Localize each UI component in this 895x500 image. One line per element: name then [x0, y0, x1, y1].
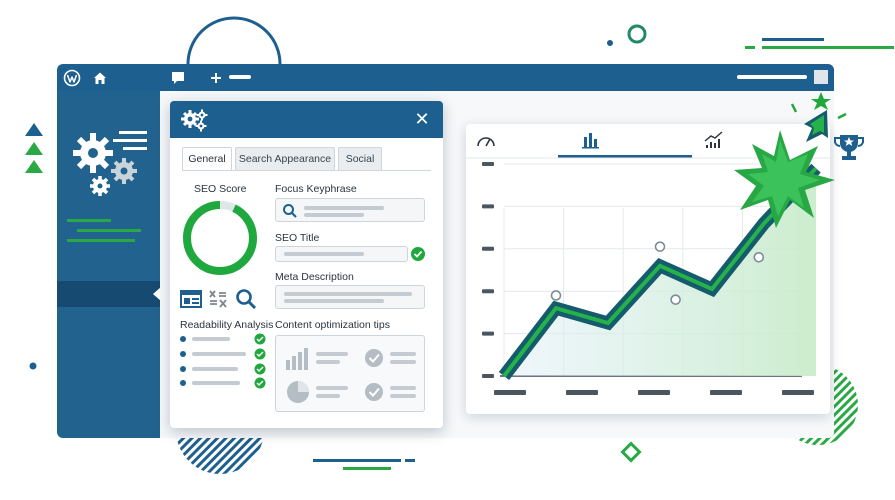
search-icon — [236, 289, 257, 310]
seo-score-arc — [183, 201, 257, 275]
placeholder-bar — [284, 299, 384, 303]
seo-score-label: SEO Score — [194, 183, 247, 195]
data-point — [550, 290, 562, 301]
growth-burst-overlay — [734, 92, 864, 228]
y-tick-mark — [482, 289, 494, 294]
home-icon[interactable] — [91, 69, 109, 87]
search-icon — [283, 204, 297, 218]
x-ticks — [494, 390, 814, 395]
bar-chart-icon[interactable] — [582, 133, 599, 149]
gauge-icon[interactable] — [477, 137, 495, 147]
wordpress-logo-icon[interactable] — [63, 69, 81, 87]
y-tick-mark — [482, 331, 494, 336]
decorative-ring — [627, 24, 647, 44]
seo-score-ring — [183, 201, 257, 275]
add-new-icon[interactable] — [207, 69, 225, 87]
data-point — [670, 294, 681, 305]
placeholder-bar — [284, 252, 364, 256]
y-tick-mark — [482, 204, 494, 209]
y-tick-mark — [482, 374, 494, 378]
focus-keyphrase-input[interactable] — [275, 198, 425, 222]
toolbar-bar — [229, 75, 251, 79]
decorative-dot — [29, 362, 37, 370]
decorative-arc — [186, 16, 282, 65]
check-circle-icon — [365, 349, 383, 401]
decorative-line — [313, 459, 401, 462]
pie-chart-icon — [287, 381, 309, 403]
placeholder-bar — [284, 292, 412, 296]
decorative-dot — [607, 40, 613, 46]
sparkle-line — [790, 103, 798, 113]
star-icon — [811, 92, 831, 110]
x-tick-mark — [494, 390, 526, 395]
x-tick-mark — [710, 390, 742, 395]
seo-panel: ✕ General Search Appearance Social SEO S… — [170, 101, 443, 428]
trophy-icon — [834, 135, 864, 160]
meta-description-input[interactable] — [275, 285, 425, 309]
content-tips-label: Content optimization tips — [275, 319, 390, 331]
content-tips-box — [275, 335, 425, 412]
top-admin-bar — [57, 64, 834, 91]
x-tick-mark — [566, 390, 598, 395]
x-tick-mark — [782, 390, 814, 395]
user-avatar-icon[interactable] — [814, 70, 828, 84]
placeholder-bar — [304, 213, 364, 217]
y-ticks — [482, 162, 494, 378]
toolbar-bar — [737, 75, 807, 79]
close-icon[interactable]: ✕ — [413, 110, 431, 128]
check-icon — [411, 247, 425, 261]
y-tick-mark — [482, 162, 494, 166]
document-icon — [180, 290, 202, 308]
admin-sidebar — [57, 91, 161, 438]
gears-icon — [73, 131, 147, 196]
comment-icon[interactable] — [169, 69, 187, 87]
decorative-triangle — [25, 160, 43, 173]
decorative-line — [405, 459, 415, 462]
analysis-tools-row — [180, 289, 257, 310]
tab-social[interactable]: Social — [338, 147, 382, 171]
sparkle-line — [837, 112, 847, 120]
tab-general[interactable]: General — [182, 147, 232, 171]
decorative-line — [343, 467, 391, 470]
readability-checklist — [180, 333, 266, 389]
tips-grid — [286, 348, 416, 403]
decorative-line — [762, 38, 824, 41]
seo-title-input[interactable] — [275, 246, 408, 262]
decorative-line — [745, 46, 755, 49]
decorative-diamond — [620, 441, 642, 463]
check-icon — [254, 333, 266, 389]
settings-gears-icon — [181, 109, 208, 132]
focus-keyphrase-label: Focus Keyphrase — [275, 183, 357, 195]
sidebar-menu-lines — [67, 219, 141, 242]
bar-chart-icon — [286, 348, 308, 370]
seo-title-label: SEO Title — [275, 232, 320, 244]
readability-label: Readability Analysis — [180, 319, 274, 331]
panel-header: ✕ — [170, 101, 443, 138]
decorative-line — [762, 46, 894, 49]
tab-search-appearance[interactable]: Search Appearance — [235, 147, 335, 171]
y-tick-mark — [482, 246, 494, 251]
x-tick-mark — [638, 390, 670, 395]
data-point — [654, 241, 666, 252]
decorative-triangle — [25, 142, 43, 155]
tab-divider — [182, 170, 431, 171]
sidebar-item-selected[interactable] — [57, 281, 160, 307]
meta-description-label: Meta Description — [275, 271, 354, 283]
formula-icon — [209, 290, 227, 308]
decorative-triangle — [25, 123, 43, 136]
placeholder-bar — [304, 206, 384, 210]
